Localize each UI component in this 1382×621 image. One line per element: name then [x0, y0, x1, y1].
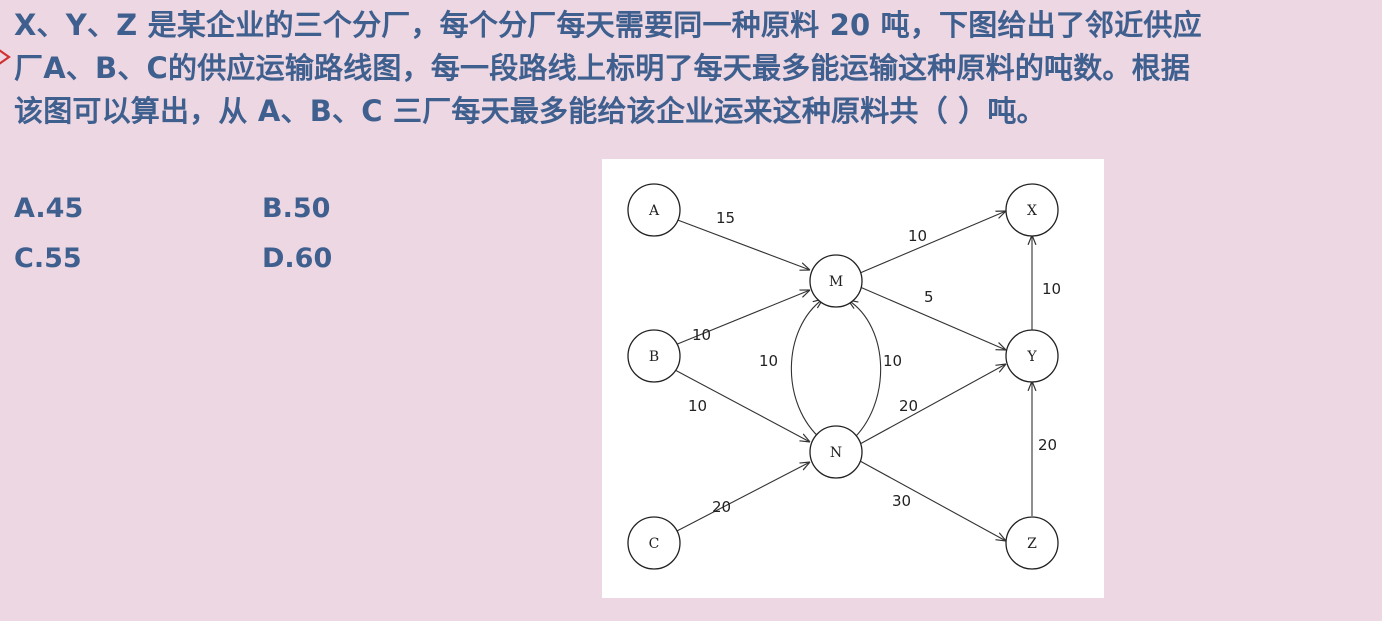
edge-label-n-y: 20: [899, 397, 918, 415]
node-label-n: N: [830, 445, 842, 461]
node-label-a: A: [648, 203, 660, 219]
options-row-1: A.45 B.50: [14, 184, 510, 234]
edge-label-z-y: 20: [1038, 436, 1057, 454]
edge-label-c-n: 20: [712, 498, 731, 516]
question-line-2: 厂A、B、C的供应运输路线图，每一段路线上标明了每天最多能运输这种原料的吨数。根…: [14, 51, 1191, 85]
node-label-z: Z: [1027, 536, 1037, 552]
edge-n-m-curve: [790, 299, 823, 441]
edge-label-m-n: 10: [883, 352, 902, 370]
option-a: A.45: [14, 193, 84, 224]
pen-cursor-icon: [0, 49, 11, 65]
edge-n-z: [859, 460, 1006, 541]
question-line-1: X、Y、Z 是某企业的三个分厂，每个分厂每天需要同一种原料 20 吨，下图给出了…: [14, 8, 1202, 42]
edge-a-m: [674, 218, 810, 270]
edge-label-n-z: 30: [892, 492, 911, 510]
node-label-m: M: [829, 274, 843, 290]
question-line-3: 该图可以算出，从 A、B、C 三厂每天最多能给该企业运来这种原料共（ ）吨。: [14, 94, 1046, 128]
option-b: B.50: [262, 193, 331, 224]
slide: X、Y、Z 是某企业的三个分厂，每个分厂每天需要同一种原料 20 吨，下图给出了…: [0, 0, 1382, 621]
node-n: N: [809, 425, 863, 479]
edge-label-m-y: 5: [924, 288, 934, 306]
node-b: B: [627, 329, 681, 383]
edge-m-x: [859, 211, 1006, 274]
edge-label-n-m: 10: [759, 352, 778, 370]
node-a: A: [627, 183, 681, 237]
node-y: Y: [1005, 329, 1059, 383]
option-c: C.55: [14, 243, 82, 274]
edge-label-a-m: 15: [716, 209, 735, 227]
node-label-b: B: [649, 349, 659, 365]
edge-label-y-x: 10: [1042, 280, 1061, 298]
node-m: M: [809, 254, 863, 308]
edge-label-m-x: 10: [908, 227, 927, 245]
edge-n-y: [859, 364, 1006, 445]
node-c: C: [627, 516, 681, 570]
edge-c-n: [674, 462, 810, 533]
edge-m-n-curve: [848, 300, 882, 442]
question-text: X、Y、Z 是某企业的三个分厂，每个分厂每天需要同一种原料 20 吨，下图给出了…: [14, 4, 1374, 133]
node-label-c: C: [649, 536, 660, 552]
network-diagram-svg: 15 10 10 20 10 5 10 10 20 30 10 20 A B C: [627, 183, 1061, 570]
network-diagram: 15 10 10 20 10 5 10 10 20 30 10 20 A B C: [602, 159, 1104, 598]
answer-options: A.45 B.50 C.55 D.60: [14, 184, 510, 284]
edge-label-b-n: 10: [688, 397, 707, 415]
options-row-2: C.55 D.60: [14, 234, 510, 284]
node-x: X: [1005, 183, 1059, 237]
edge-label-b-m: 10: [692, 326, 711, 344]
node-label-y: Y: [1026, 349, 1037, 365]
option-d: D.60: [262, 243, 333, 274]
node-label-x: X: [1027, 203, 1037, 219]
node-z: Z: [1005, 516, 1059, 570]
